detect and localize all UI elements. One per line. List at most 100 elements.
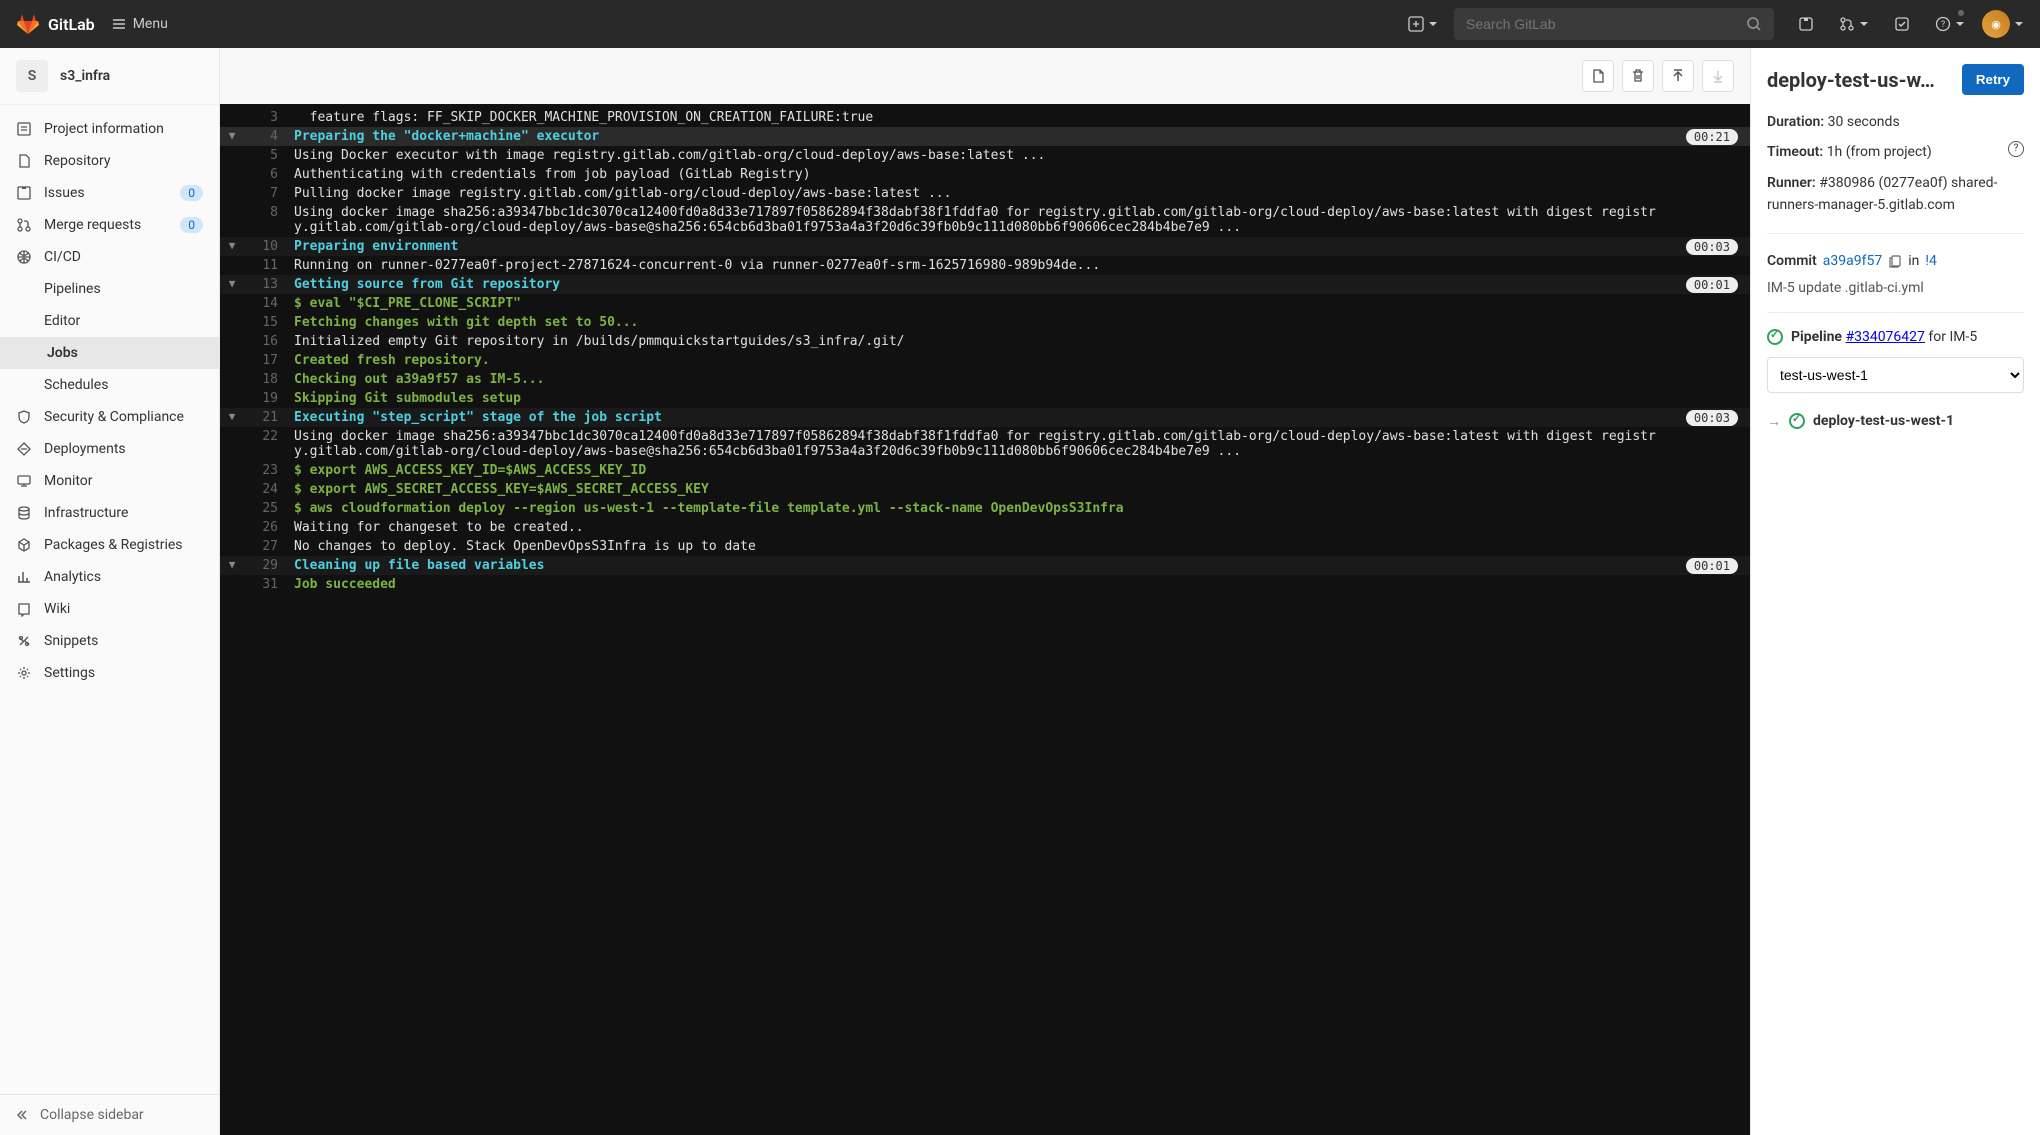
section-duration: 00:21: [1686, 129, 1738, 145]
sidebar-item-monitor[interactable]: Monitor: [0, 465, 219, 497]
runner-label: Runner:: [1767, 175, 1816, 191]
nav-icon: [16, 409, 32, 425]
section-toggle[interactable]: ▼: [220, 277, 244, 292]
log-line: 8Using docker image sha256:a39347bbc1dc3…: [220, 203, 1750, 237]
sidebar-subitem-pipelines[interactable]: Pipelines: [0, 273, 219, 305]
line-number: 16: [244, 334, 294, 349]
log-text: feature flags: FF_SKIP_DOCKER_MACHINE_PR…: [294, 110, 1750, 125]
section-toggle[interactable]: ▼: [220, 129, 244, 144]
sidebar-item-ci-cd[interactable]: CI/CD: [0, 241, 219, 273]
sidebar-item-issues[interactable]: Issues0: [0, 177, 219, 209]
section-toggle[interactable]: ▼: [220, 410, 244, 425]
help-dropdown[interactable]: ?: [1934, 8, 1966, 40]
log-line: ▼4Preparing the "docker+machine" executo…: [220, 127, 1750, 146]
sidebar-item-packages-registries[interactable]: Packages & Registries: [0, 529, 219, 561]
main-content: 3 feature flags: FF_SKIP_DOCKER_MACHINE_…: [220, 48, 2040, 1135]
document-icon: [1590, 68, 1606, 84]
log-line: 14$ eval "$CI_PRE_CLONE_SCRIPT": [220, 294, 1750, 313]
section-toggle: [220, 186, 244, 201]
copy-sha-button[interactable]: [1888, 254, 1902, 268]
nav-icon: [16, 185, 32, 201]
commit-sha-link[interactable]: a39a9f57: [1823, 250, 1882, 272]
log-line: 11Running on runner-0277ea0f-project-278…: [220, 256, 1750, 275]
pipeline-status-icon: [1767, 329, 1783, 345]
collapse-icon: [16, 1107, 32, 1123]
sidebar-item-security-compliance[interactable]: Security & Compliance: [0, 401, 219, 433]
merge-requests-shortcut[interactable]: [1838, 8, 1870, 40]
sidebar-item-label: Infrastructure: [44, 505, 203, 521]
log-line: ▼29Cleaning up file based variables00:01: [220, 556, 1750, 575]
user-menu[interactable]: ◉: [1982, 10, 2024, 38]
chevron-down-icon: [1859, 19, 1869, 29]
sidebar-item-settings[interactable]: Settings: [0, 657, 219, 689]
sidebar-item-project-information[interactable]: Project information: [0, 113, 219, 145]
project-header[interactable]: S s3_infra: [0, 48, 219, 105]
log-text: Fetching changes with git depth set to 5…: [294, 315, 1750, 330]
section-toggle: [220, 148, 244, 163]
sidebar-item-snippets[interactable]: Snippets: [0, 625, 219, 657]
section-toggle: [220, 205, 244, 235]
menu-button[interactable]: Menu: [111, 16, 168, 32]
sidebar-item-infrastructure[interactable]: Infrastructure: [0, 497, 219, 529]
job-title: deploy-test-us-w…: [1767, 68, 1954, 92]
stage-select[interactable]: test-us-west-1: [1767, 357, 2024, 393]
sidebar-nav: Project informationRepositoryIssues0Merg…: [0, 105, 219, 1094]
job-link-label[interactable]: deploy-test-us-west-1: [1813, 413, 1954, 429]
nav-icon: [16, 249, 32, 265]
brand-text: GitLab: [48, 15, 95, 34]
sidebar-subitem-jobs[interactable]: Jobs: [0, 337, 219, 369]
sidebar-item-label: Security & Compliance: [44, 409, 203, 425]
erase-log-button[interactable]: [1622, 60, 1654, 92]
todo-icon: [1894, 16, 1910, 32]
create-new-dropdown[interactable]: [1408, 16, 1438, 32]
log-line: 15Fetching changes with git depth set to…: [220, 313, 1750, 332]
section-toggle[interactable]: ▼: [220, 558, 244, 573]
log-line: 18Checking out a39a9f57 as IM-5...: [220, 370, 1750, 389]
issues-shortcut[interactable]: [1790, 8, 1822, 40]
todos-shortcut[interactable]: [1886, 8, 1918, 40]
sidebar-item-label: Schedules: [44, 377, 203, 393]
scroll-bottom-button[interactable]: [1702, 60, 1734, 92]
job-detail-pane: deploy-test-us-w… Retry Duration: 30 sec…: [1750, 48, 2040, 1135]
sidebar-item-wiki[interactable]: Wiki: [0, 593, 219, 625]
sidebar-item-repository[interactable]: Repository: [0, 145, 219, 177]
svg-text:?: ?: [1941, 20, 1945, 30]
section-toggle: [220, 334, 244, 349]
sidebar-item-analytics[interactable]: Analytics: [0, 561, 219, 593]
log-text: $ aws cloudformation deploy --region us-…: [294, 501, 1750, 516]
pipeline-id-link[interactable]: #334076427: [1845, 329, 1924, 345]
chevron-down-icon: [1955, 19, 1965, 29]
sidebar-item-deployments[interactable]: Deployments: [0, 433, 219, 465]
line-number: 31: [244, 577, 294, 592]
log-line: 26Waiting for changeset to be created..: [220, 518, 1750, 537]
line-number: 5: [244, 148, 294, 163]
line-number: 15: [244, 315, 294, 330]
raw-log-button[interactable]: [1582, 60, 1614, 92]
nav-icon: [16, 121, 32, 137]
help-icon[interactable]: ?: [2008, 141, 2024, 157]
collapse-sidebar-button[interactable]: Collapse sidebar: [0, 1094, 219, 1135]
nav-icon: [16, 473, 32, 489]
sidebar-subitem-schedules[interactable]: Schedules: [0, 369, 219, 401]
search-input[interactable]: [1466, 16, 1746, 32]
log-line: 17Created fresh repository.: [220, 351, 1750, 370]
log-text: Running on runner-0277ea0f-project-27871…: [294, 258, 1750, 273]
commit-mr-link[interactable]: !4: [1925, 250, 1936, 272]
scroll-top-button[interactable]: [1662, 60, 1694, 92]
sidebar-item-merge-requests[interactable]: Merge requests0: [0, 209, 219, 241]
nav-icon: [16, 569, 32, 585]
gitlab-logo[interactable]: GitLab: [16, 12, 95, 36]
sidebar-subitem-editor[interactable]: Editor: [0, 305, 219, 337]
global-search[interactable]: [1454, 8, 1774, 40]
retry-button[interactable]: Retry: [1962, 64, 2024, 95]
plus-box-icon: [1408, 16, 1424, 32]
tanuki-icon: [16, 12, 40, 36]
section-toggle: [220, 520, 244, 535]
commit-label: Commit: [1767, 250, 1817, 272]
line-number: 27: [244, 539, 294, 554]
line-number: 4: [244, 129, 294, 144]
job-log[interactable]: 3 feature flags: FF_SKIP_DOCKER_MACHINE_…: [220, 104, 1750, 1135]
section-toggle[interactable]: ▼: [220, 239, 244, 254]
log-text: Using docker image sha256:a39347bbc1dc30…: [294, 429, 1750, 459]
line-number: 24: [244, 482, 294, 497]
